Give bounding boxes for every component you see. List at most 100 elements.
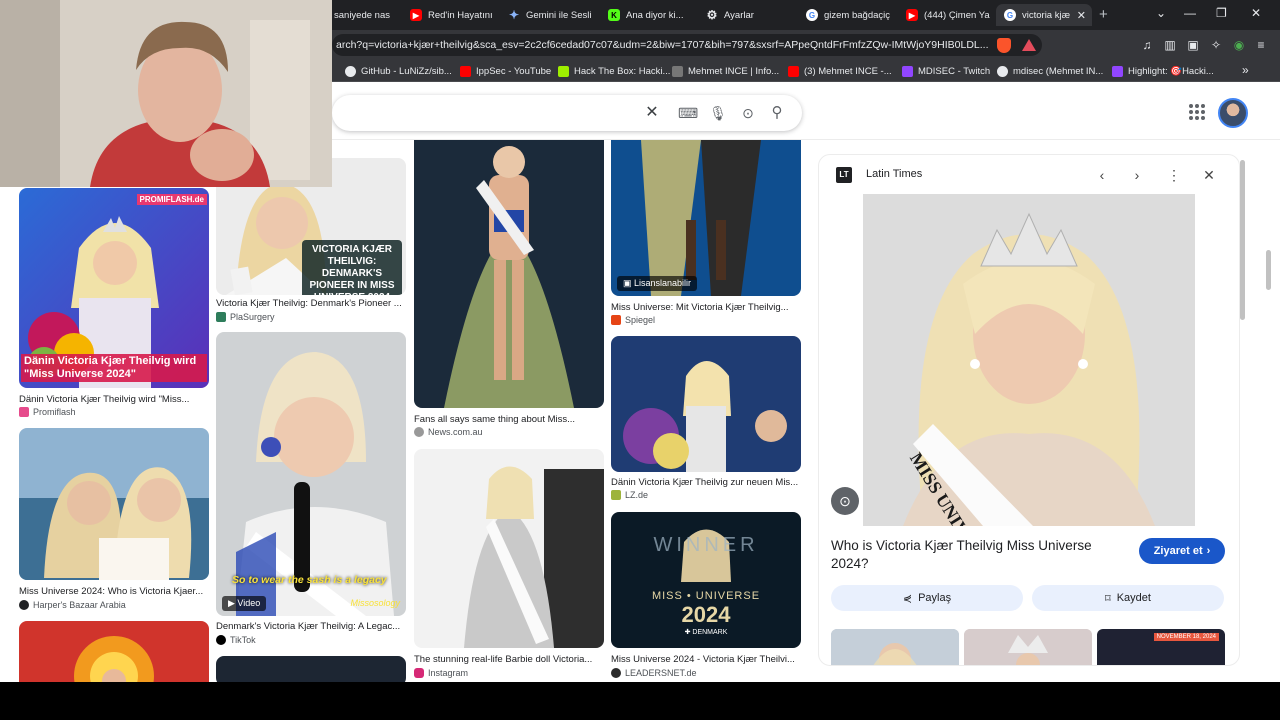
result-thumbnail[interactable] <box>19 428 209 580</box>
search-input[interactable]: ✕ ⌨ 🎙 ⊙ ⚲ <box>332 95 802 131</box>
close-window-icon[interactable]: ✕ <box>1251 6 1261 20</box>
tab-5[interactable]: G gizem bağdaçiç <box>798 4 890 26</box>
result-caption[interactable]: The stunning real-life Barbie doll Victo… <box>414 654 604 665</box>
result-card[interactable]: So to wear the sash is a legacy ▶ Video … <box>216 332 406 650</box>
bookmark-6[interactable]: mdisec (Mehmet IN... <box>997 64 1103 78</box>
result-thumbnail[interactable]: ▣ Lisanslanabilir <box>611 140 801 296</box>
menu-icon[interactable]: ≡ <box>1254 38 1268 52</box>
preview-image[interactable]: MISS UNIVERSE <box>863 194 1195 526</box>
result-caption[interactable]: Dänin Victoria Kjær Theilvig wird "Miss.… <box>19 394 209 405</box>
result-caption[interactable]: Miss Universe 2024: Who is Victoria Kjae… <box>19 586 209 597</box>
result-thumbnail[interactable] <box>414 449 604 648</box>
visit-button[interactable]: Ziyaret et › <box>1139 538 1225 564</box>
webcam-overlay <box>0 0 332 187</box>
search-icon[interactable]: ⚲ <box>767 103 787 123</box>
result-card[interactable]: Miss Universe 2024: Who is Victoria Kjae… <box>19 428 209 613</box>
new-tab-button[interactable]: + <box>1099 6 1108 23</box>
lens-search-icon[interactable]: ⊙ <box>831 487 859 515</box>
result-source[interactable]: LEADERSNET.de <box>611 668 697 678</box>
panel-source[interactable]: Latin Times <box>866 168 922 180</box>
result-card[interactable]: Fans all says same thing about Miss... N… <box>414 140 604 440</box>
tab-2[interactable]: ✦ Gemini ile Sesli <box>500 4 592 26</box>
microphone-icon[interactable]: 🎙 <box>708 103 728 123</box>
tab-active[interactable]: G victoria kjæ ✕ <box>996 4 1092 26</box>
result-caption[interactable]: Miss Universe 2024 - Victoria Kjær Theil… <box>611 654 801 665</box>
result-thumbnail[interactable] <box>611 336 801 472</box>
result-source[interactable]: Instagram <box>414 668 468 678</box>
ai-icon[interactable]: ✧ <box>1209 38 1223 52</box>
bookmark-4[interactable]: (3) Mehmet INCE -... <box>788 64 892 78</box>
result-caption[interactable]: Victoria Kjær Theilvig: Denmark's Pionee… <box>216 298 406 309</box>
result-thumbnail[interactable] <box>414 140 604 408</box>
result-caption[interactable]: Miss Universe: Mit Victoria Kjær Theilvi… <box>611 302 801 313</box>
page-scrollbar[interactable] <box>1266 250 1271 290</box>
tab-6[interactable]: ▶ (444) Çimen Ya <box>898 4 990 26</box>
result-card[interactable]: ▣ Lisanslanabilir Miss Universe: Mit Vic… <box>611 140 801 330</box>
tab-1[interactable]: ▶ Red'in Hayatını <box>402 4 494 26</box>
result-card[interactable]: The stunning real-life Barbie doll Victo… <box>414 449 604 681</box>
result-source[interactable]: PlaSurgery <box>216 312 275 322</box>
panel-title[interactable]: Who is Victoria Kjær Theilvig Miss Unive… <box>831 537 1131 573</box>
lens-icon[interactable]: ⊙ <box>738 103 758 123</box>
tab-search-icon[interactable]: ⌄ <box>1156 6 1166 20</box>
brand-watermark: PROMIFLASH.de <box>136 194 207 205</box>
result-caption[interactable]: Dänin Victoria Kjær Theilvig zur neuen M… <box>611 477 801 488</box>
bookmark-3[interactable]: Mehmet INCE | Info... <box>672 64 779 78</box>
share-button[interactable]: ⋞ Paylaş <box>831 585 1023 611</box>
result-card[interactable] <box>19 621 209 682</box>
more-vert-icon[interactable]: ⋮ <box>1164 165 1184 185</box>
result-card[interactable]: Dänin Victoria Kjær Theilvig zur neuen M… <box>611 336 801 506</box>
brave-rewards-icon[interactable] <box>1022 39 1036 51</box>
save-button[interactable]: ⌑ Kaydet <box>1032 585 1224 611</box>
related-thumbnail[interactable]: NOVEMBER 18, 2024 <box>1097 629 1225 665</box>
bookmark-7[interactable]: Highlight: 🎯Hacki... <box>1112 64 1214 78</box>
close-tab-icon[interactable]: ✕ <box>1077 9 1086 22</box>
result-thumbnail[interactable] <box>216 656 406 682</box>
result-source[interactable]: Spiegel <box>611 315 655 325</box>
minimize-icon[interactable]: — <box>1184 6 1196 20</box>
result-card[interactable]: WINNER MISS • UNIVERSE 2024 ✚ DENMARK Mi… <box>611 512 801 682</box>
result-source[interactable]: Harper's Bazaar Arabia <box>19 600 126 610</box>
result-source[interactable]: News.com.au <box>414 427 483 437</box>
result-thumbnail[interactable] <box>19 621 209 682</box>
result-thumbnail[interactable]: PROMIFLASH.de Dänin Victoria Kjær Theilv… <box>19 188 209 388</box>
tab-4[interactable]: ⚙ Ayarlar <box>698 4 790 26</box>
brave-shield-icon[interactable] <box>997 38 1011 53</box>
url-field[interactable]: arch?q=victoria+kjær+theilvig&sca_esv=2c… <box>332 34 1042 56</box>
bookmarks-more-icon[interactable]: » <box>1242 63 1249 77</box>
media-icon[interactable]: ♫ <box>1140 38 1154 52</box>
wallet-icon[interactable]: ▣ <box>1186 38 1200 52</box>
chevron-left-icon[interactable]: ‹ <box>1092 165 1112 185</box>
result-card[interactable]: PROMIFLASH.de Dänin Victoria Kjær Theilv… <box>19 188 209 418</box>
result-source[interactable]: LZ.de <box>611 490 648 500</box>
related-thumbnail[interactable] <box>831 629 959 665</box>
close-icon[interactable]: ✕ <box>1199 165 1219 185</box>
result-source-label: TikTok <box>230 635 256 645</box>
google-apps-icon[interactable] <box>1189 104 1205 120</box>
vpn-icon[interactable]: ◉ <box>1232 38 1246 52</box>
bookmark-0[interactable]: GitHub - LuNiZz/sib... <box>345 64 452 78</box>
result-card[interactable] <box>216 656 406 682</box>
bookmark-5[interactable]: MDISEC - Twitch <box>902 64 990 78</box>
tab-3[interactable]: K Ana diyor ki... <box>600 4 692 26</box>
clear-search-icon[interactable]: ✕ <box>642 103 662 123</box>
bookmark-2[interactable]: Hack The Box: Hacki... <box>558 64 670 78</box>
tab-2-label: Gemini ile Sesli <box>526 9 592 21</box>
spiegel-icon <box>611 315 621 325</box>
bookmark-1[interactable]: IppSec - YouTube <box>460 64 551 78</box>
chevron-right-icon[interactable]: › <box>1127 165 1147 185</box>
keyboard-icon[interactable]: ⌨ <box>678 103 698 123</box>
result-source[interactable]: Promiflash <box>19 407 76 417</box>
result-caption[interactable]: Fans all says same thing about Miss... <box>414 414 604 425</box>
panel-scrollbar[interactable] <box>1240 160 1245 320</box>
related-thumbnail[interactable] <box>964 629 1092 665</box>
sidebar-icon[interactable]: ▥ <box>1163 38 1177 52</box>
result-thumbnail[interactable]: WINNER MISS • UNIVERSE 2024 ✚ DENMARK <box>611 512 801 648</box>
tab-0[interactable]: saniyede nas <box>326 4 398 26</box>
result-source[interactable]: TikTok <box>216 635 256 645</box>
youtube-icon <box>460 65 471 77</box>
avatar[interactable] <box>1218 98 1248 128</box>
maximize-icon[interactable]: ❐ <box>1216 6 1227 20</box>
result-caption[interactable]: Denmark's Victoria Kjær Theilvig: A Lega… <box>216 621 406 632</box>
result-thumbnail[interactable]: So to wear the sash is a legacy ▶ Video … <box>216 332 406 616</box>
